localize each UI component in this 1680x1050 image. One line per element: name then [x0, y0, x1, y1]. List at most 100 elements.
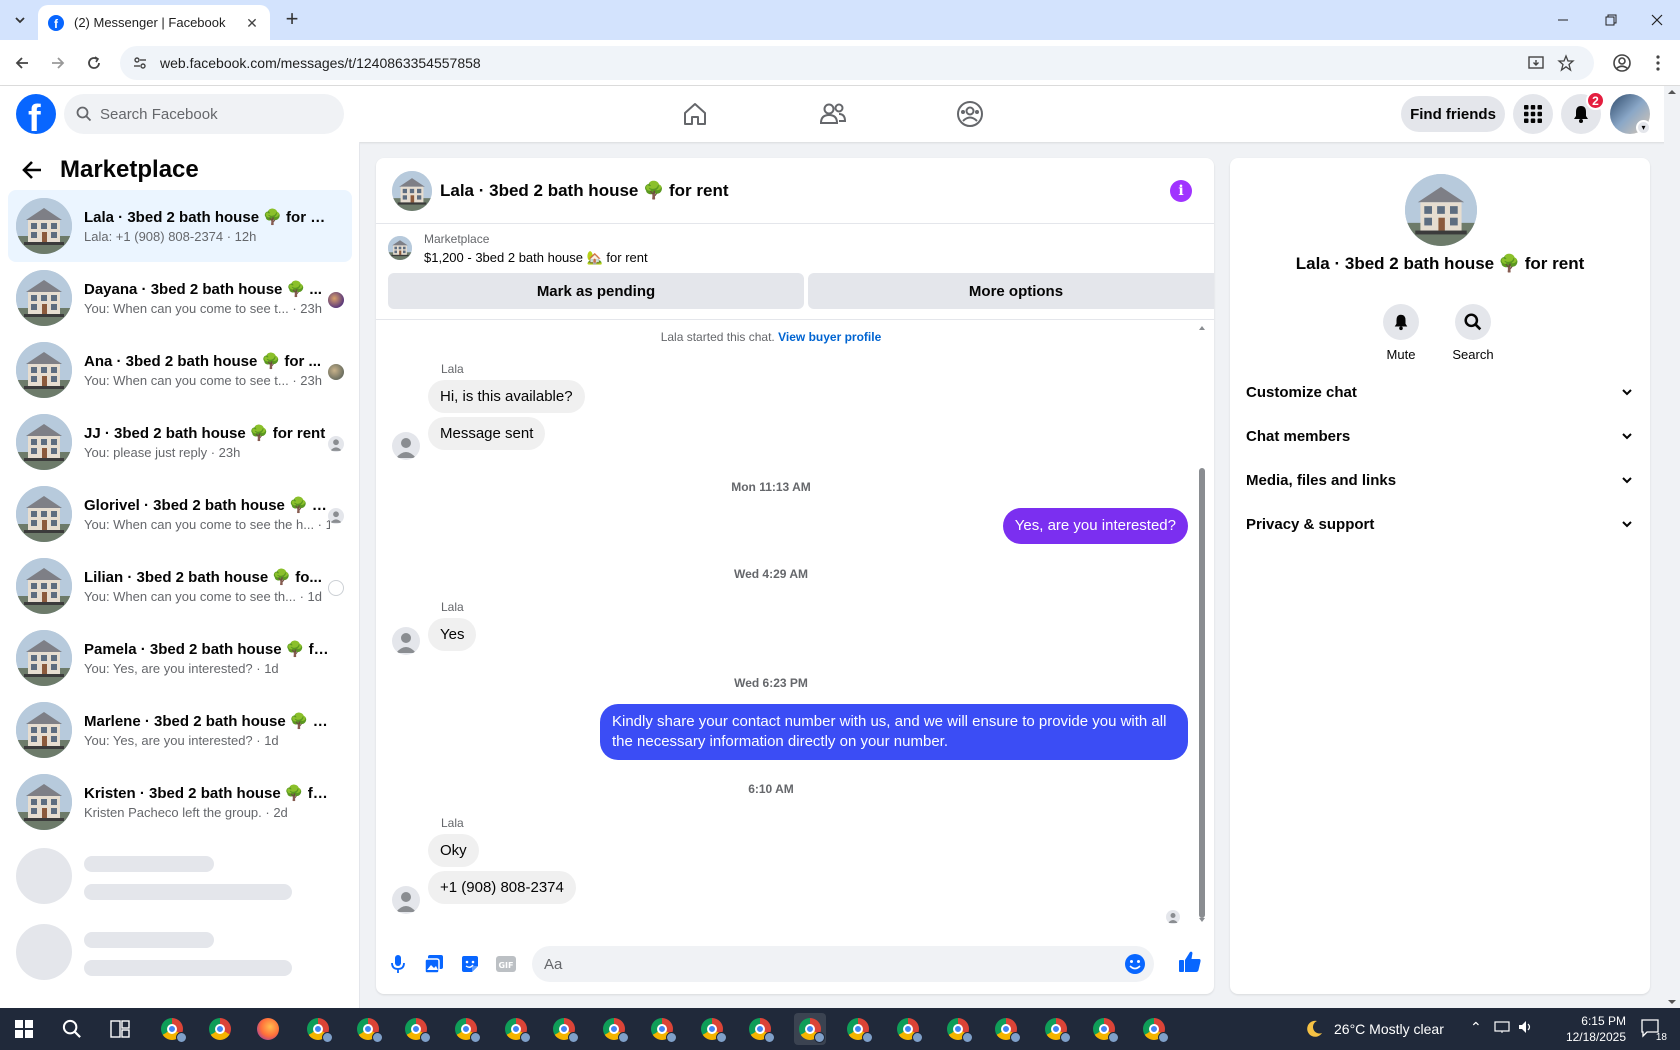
more-options-button[interactable]: More options — [808, 273, 1214, 309]
start-button[interactable] — [8, 1013, 40, 1045]
incoming-message[interactable]: Message sent — [428, 417, 546, 450]
info-section-privacy-support[interactable]: Privacy & support — [1246, 502, 1634, 546]
notification-center-button[interactable]: 18 — [1636, 1013, 1668, 1045]
chrome-taskbar-icon[interactable] — [450, 1013, 482, 1045]
chrome-taskbar-icon[interactable] — [598, 1013, 630, 1045]
address-bar[interactable]: web.facebook.com/messages/t/124086335455… — [120, 46, 1594, 80]
conversation-item[interactable]: Glorivel · 3bed 2 bath house 🌳 fo... You:… — [8, 478, 352, 550]
sender-avatar[interactable] — [392, 886, 420, 914]
tab-search-button[interactable] — [8, 8, 32, 32]
listing-price[interactable]: $1,200 - 3bed 2 bath house 🏡 for rent — [424, 250, 648, 266]
taskbar-search-button[interactable] — [56, 1013, 88, 1045]
info-icon[interactable]: i — [1170, 180, 1192, 202]
chrome-taskbar-icon[interactable] — [696, 1013, 728, 1045]
outgoing-message[interactable]: Kindly share your contact number with us… — [600, 704, 1188, 760]
chrome-taskbar-icon[interactable] — [548, 1013, 580, 1045]
chevron-down-icon[interactable]: ▾ — [1636, 120, 1651, 135]
scrollbar-thumb[interactable] — [1199, 468, 1205, 918]
close-tab-icon[interactable]: ✕ — [244, 15, 260, 31]
nav-groups[interactable] — [915, 86, 1025, 142]
conversation-item[interactable]: Ana · 3bed 2 bath house 🌳 for ... You: Wh… — [8, 334, 352, 406]
voice-clip-button[interactable] — [386, 952, 410, 976]
weather-text[interactable]: 26°C Mostly clear — [1334, 1021, 1444, 1037]
chat-info-name[interactable]: Lala · 3bed 2 bath house 🌳 for rent — [1230, 254, 1650, 274]
system-clock[interactable]: 6:15 PM 12/18/2025 — [1546, 1013, 1626, 1045]
minimize-button[interactable] — [1540, 0, 1586, 40]
sender-avatar[interactable] — [392, 627, 420, 655]
message-input[interactable] — [544, 955, 1104, 973]
volume-icon[interactable] — [1518, 1020, 1534, 1037]
find-friends-button[interactable]: Find friends — [1401, 96, 1505, 132]
sender-avatar[interactable] — [392, 432, 420, 460]
facebook-logo[interactable]: f — [16, 94, 56, 134]
chat-info-avatar[interactable] — [1405, 174, 1477, 246]
chat-avatar[interactable] — [392, 170, 432, 211]
nav-friends[interactable] — [778, 86, 888, 142]
emoji-button[interactable] — [1124, 953, 1146, 979]
task-view-button[interactable] — [104, 1013, 136, 1045]
firefox-taskbar-icon[interactable] — [252, 1013, 284, 1045]
conversation-item[interactable]: JJ · 3bed 2 bath house 🌳 for rent You: pl… — [8, 406, 352, 478]
browser-menu-button[interactable] — [1644, 49, 1672, 77]
send-like-button[interactable] — [1178, 950, 1202, 974]
incoming-message[interactable]: Yes — [428, 618, 477, 651]
reload-button[interactable] — [80, 49, 108, 77]
close-window-button[interactable] — [1634, 0, 1680, 40]
restore-button[interactable] — [1588, 0, 1634, 40]
chat-title[interactable]: Lala · 3bed 2 bath house 🌳 for rent — [440, 181, 729, 201]
back-arrow-button[interactable] — [18, 156, 46, 184]
search-in-chat-button[interactable]: Search — [1443, 304, 1503, 362]
chrome-taskbar-icon[interactable] — [942, 1013, 974, 1045]
chrome-taskbar-icon[interactable] — [1138, 1013, 1170, 1045]
attach-media-button[interactable] — [422, 952, 446, 976]
chrome-taskbar-icon[interactable] — [204, 1013, 236, 1045]
page-scrollbar[interactable] — [1664, 86, 1680, 1008]
facebook-search[interactable] — [64, 94, 344, 134]
menu-grid-button[interactable] — [1513, 94, 1553, 134]
install-app-icon[interactable] — [1522, 46, 1550, 80]
conversation-item[interactable]: Lala · 3bed 2 bath house 🌳 for rent Lala:… — [8, 190, 352, 262]
chrome-taskbar-icon[interactable] — [1040, 1013, 1072, 1045]
chrome-taskbar-icon[interactable] — [646, 1013, 678, 1045]
forward-button[interactable] — [44, 49, 72, 77]
conversation-item[interactable]: Dayana · 3bed 2 bath house 🌳 ... You: Whe… — [8, 262, 352, 334]
search-input[interactable] — [100, 105, 320, 123]
chrome-taskbar-icon[interactable] — [744, 1013, 776, 1045]
chrome-taskbar-icon[interactable] — [500, 1013, 532, 1045]
site-info-icon[interactable] — [132, 55, 148, 71]
info-section-media-files-and-links[interactable]: Media, files and links — [1246, 458, 1634, 502]
gif-button[interactable]: GIF — [494, 952, 518, 976]
conversation-item[interactable]: Lilian · 3bed 2 bath house 🌳 fo... You: W… — [8, 550, 352, 622]
chrome-taskbar-icon[interactable] — [990, 1013, 1022, 1045]
info-section-customize-chat[interactable]: Customize chat — [1246, 370, 1634, 414]
bookmark-star-icon[interactable] — [1552, 46, 1580, 80]
chrome-taskbar-icon[interactable] — [1088, 1013, 1120, 1045]
network-icon[interactable] — [1494, 1020, 1510, 1037]
nav-home[interactable] — [640, 86, 750, 142]
chrome-taskbar-icon[interactable] — [794, 1013, 826, 1045]
back-button[interactable] — [8, 49, 36, 77]
incoming-message[interactable]: Oky — [428, 834, 479, 867]
listing-thumbnail[interactable] — [388, 236, 412, 260]
chrome-taskbar-icon[interactable] — [156, 1013, 188, 1045]
browser-tab-messenger[interactable]: f (2) Messenger | Facebook ✕ — [38, 5, 270, 40]
conversation-item[interactable]: Pamela · 3bed 2 bath house 🌳 for... You: … — [8, 622, 352, 694]
chrome-taskbar-icon[interactable] — [400, 1013, 432, 1045]
show-hidden-icons-chevron-up-icon[interactable]: ⌃ — [1470, 1019, 1482, 1036]
message-input-box[interactable] — [532, 946, 1154, 982]
profile-button[interactable] — [1608, 49, 1636, 77]
weather-icon[interactable] — [1298, 1013, 1330, 1045]
sticker-button[interactable] — [458, 952, 482, 976]
view-buyer-profile-link[interactable]: View buyer profile — [778, 330, 881, 344]
chrome-taskbar-icon[interactable] — [302, 1013, 334, 1045]
info-section-chat-members[interactable]: Chat members — [1246, 414, 1634, 458]
mark-as-pending-button[interactable]: Mark as pending — [388, 273, 804, 309]
outgoing-message[interactable]: Yes, are you interested? — [1002, 508, 1188, 544]
mute-button[interactable]: Mute — [1371, 304, 1431, 362]
chrome-taskbar-icon[interactable] — [892, 1013, 924, 1045]
new-tab-button[interactable]: + — [280, 8, 304, 32]
conversation-item[interactable]: Kristen · 3bed 2 bath house 🌳 for... Kris… — [8, 766, 352, 838]
chrome-taskbar-icon[interactable] — [842, 1013, 874, 1045]
conversation-item[interactable]: Marlene · 3bed 2 bath house 🌳 fo... You: … — [8, 694, 352, 766]
chrome-taskbar-icon[interactable] — [352, 1013, 384, 1045]
